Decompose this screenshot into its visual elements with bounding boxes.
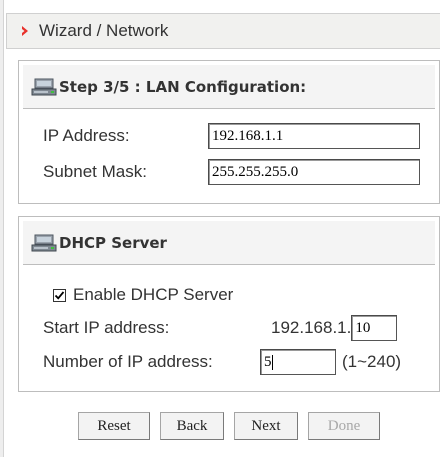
ip-address-label: IP Address: [43, 126, 130, 145]
ip-count-hint: (1~240) [342, 352, 402, 371]
enable-dhcp-label: Enable DHCP Server [73, 285, 234, 304]
dhcp-server-section: DHCP Server Enable DHCP Server Start IP … [18, 216, 440, 392]
chevron-right-icon [22, 26, 28, 36]
window-left-edge [0, 0, 4, 457]
lan-section-title: Step 3/5 : LAN Configuration: [59, 77, 307, 96]
start-ip-prefix: 192.168.1. [271, 318, 352, 337]
ip-address-input[interactable]: 192.168.1.1 [208, 123, 420, 149]
subnet-mask-row: Subnet Mask: 255.255.255.0 [43, 159, 420, 185]
reset-button[interactable]: Reset [78, 412, 150, 440]
start-ip-input[interactable]: 10 [351, 315, 398, 341]
computer-icon [31, 78, 57, 95]
start-ip-label: Start IP address: [43, 318, 170, 337]
enable-dhcp-row: Enable DHCP Server [53, 285, 233, 305]
computer-icon [31, 234, 57, 251]
subnet-mask-label: Subnet Mask: [43, 162, 147, 181]
lan-configuration-section: Step 3/5 : LAN Configuration: IP Address… [18, 60, 440, 204]
start-ip-row: Start IP address: 192.168.1. 10 [43, 315, 398, 341]
ip-count-label: Number of IP address: [43, 352, 213, 371]
ip-count-input[interactable]: 5 [260, 349, 336, 375]
back-button[interactable]: Back [160, 412, 224, 440]
enable-dhcp-checkbox[interactable] [53, 288, 66, 302]
done-button[interactable]: Done [308, 412, 380, 440]
dhcp-section-title: DHCP Server [59, 233, 167, 252]
ip-count-value: 5 [264, 354, 272, 370]
subnet-mask-input[interactable]: 255.255.255.0 [208, 159, 420, 185]
next-button[interactable]: Next [234, 412, 298, 440]
page-title-bar: Wizard / Network [6, 13, 440, 49]
ip-count-row: Number of IP address: 5 (1~240) [43, 349, 401, 375]
checkmark-icon [54, 290, 65, 300]
text-cursor [271, 355, 273, 371]
dhcp-section-header: DHCP Server [23, 221, 435, 265]
page-title: Wizard / Network [39, 21, 169, 40]
ip-address-row: IP Address: 192.168.1.1 [43, 123, 420, 149]
lan-section-header: Step 3/5 : LAN Configuration: [23, 65, 435, 109]
